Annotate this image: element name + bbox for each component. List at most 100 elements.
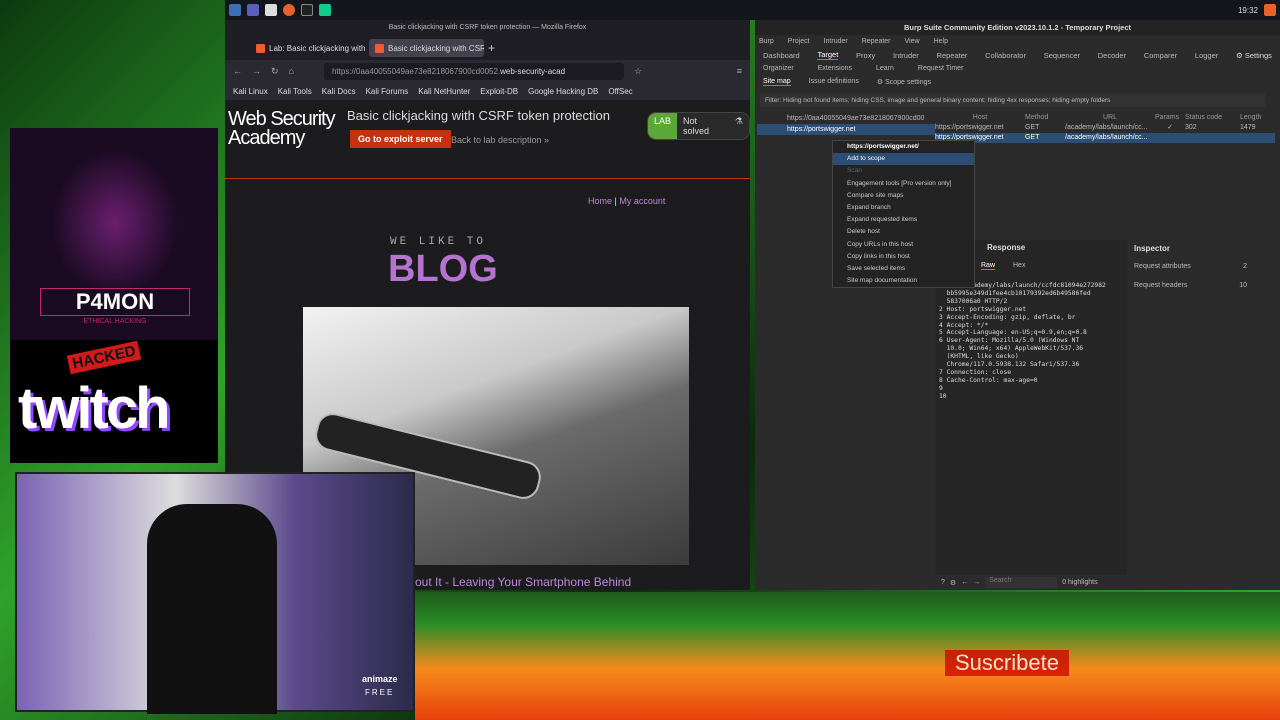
menu-item[interactable]: Burp [759,38,774,45]
logo-subtitle: ETHICAL HACKING [83,318,147,325]
bookmark[interactable]: OffSec [608,87,632,96]
help-icon[interactable]: ? [941,579,945,586]
menu-add-to-scope[interactable]: Add to scope [833,153,974,166]
tab-lab[interactable]: Lab: Basic clickjacking with CSRF [250,39,365,57]
post-title[interactable]: out It - Leaving Your Smartphone Behind [415,575,631,589]
tab-logger[interactable]: Logger [1195,51,1218,60]
tab-active[interactable]: Basic clickjacking with CSRF [369,39,484,57]
clock[interactable]: 19:32 [1238,6,1258,15]
next-icon[interactable]: → [973,579,980,586]
inspector-panel: Inspector Request attributes 2 Request he… [1128,240,1275,575]
tab-proxy[interactable]: Proxy [856,51,875,60]
logo-line2: Academy [228,127,305,149]
col-host[interactable]: Host [935,113,1025,123]
tree-item[interactable]: https://portswigger.net [757,124,935,135]
menu-copy-links[interactable]: Copy links in this host [833,251,974,263]
tab-decoder[interactable]: Decoder [1098,51,1126,60]
lab-status: Not solved [677,113,729,139]
scope-settings[interactable]: ⚙ Scope settings [877,78,931,86]
wsa-logo[interactable]: Web Security Academy [228,109,336,149]
attributes-count: 2 [1243,263,1247,270]
settings-tab[interactable]: ⚙ Settings [1236,51,1272,60]
tab-organizer[interactable]: Organizer [763,65,794,72]
menu-expand-branch[interactable]: Expand branch [833,202,974,214]
burp-title: Burp Suite Community Edition v2023.10.1.… [755,20,1280,35]
tree-item[interactable]: https://0aa40055049ae73e8218067900cd00 [757,113,935,124]
home-link[interactable]: Home [588,196,612,206]
table-row-selected[interactable]: https://portswigger.net GET/academy/labs/… [935,133,1275,143]
col-status[interactable]: Status code [1185,113,1240,123]
workspace-icon[interactable] [247,4,259,16]
url-bar[interactable]: https://0aa40055049ae73e8218067900cd0052… [323,62,624,80]
menu-copy-urls[interactable]: Copy URLs in this host [833,239,974,251]
cell: 1479 [1240,124,1256,131]
menu-scan: Scan [847,167,862,175]
tab-site-map[interactable]: Site map [763,78,791,86]
menu-delete-host[interactable]: Delete host [833,226,974,238]
col-length[interactable]: Length [1240,113,1270,123]
burp-task-icon[interactable] [319,4,331,16]
table-row[interactable]: https://portswigger.net GET/academy/labs/… [935,123,1275,133]
menu-site-map-docs[interactable]: Site map documentation [833,275,974,287]
menu-icon[interactable]: ≡ [737,66,742,76]
headers-label: Request headers [1134,282,1188,289]
tab-response[interactable]: Response [987,243,1025,252]
tab-issue-definitions[interactable]: Issue definitions [809,78,859,85]
reload-icon[interactable]: ↻ [271,66,279,77]
tab-repeater[interactable]: Repeater [937,51,968,60]
menu-engagement-tools[interactable]: Engagement tools [Pro version only] [833,178,974,190]
tab-intruder[interactable]: Intruder [893,51,919,60]
menu-item[interactable]: Repeater [862,38,891,45]
tab-collaborator[interactable]: Collaborator [985,51,1026,60]
request-headers[interactable]: Request headers 10 [1128,276,1275,295]
power-icon[interactable] [1264,4,1276,16]
gear-icon[interactable]: ⚙ [950,579,956,587]
back-to-lab-link[interactable]: Back to lab description » [451,135,549,145]
subscribe-button[interactable]: Suscribete [945,650,1069,676]
tab-raw[interactable]: Raw [981,262,996,270]
menu-compare-site-maps[interactable]: Compare site maps [833,190,974,202]
files-icon[interactable] [265,4,277,16]
hacked-label: HACKED [66,340,142,375]
menu-item[interactable]: Project [788,38,810,45]
forward-icon[interactable]: → [252,66,261,76]
tab-comparer[interactable]: Comparer [1144,51,1177,60]
firefox-icon[interactable] [283,4,295,16]
my-account-link[interactable]: My account [619,196,665,206]
back-icon[interactable]: ← [233,66,242,76]
bookmark[interactable]: Kali Linux [233,87,268,96]
menu-item[interactable]: Intruder [824,38,848,45]
menu-item[interactable]: View [905,38,920,45]
bookmark-star-icon[interactable]: ☆ [634,66,642,77]
prev-icon[interactable]: ← [961,579,968,586]
tab-sequencer[interactable]: Sequencer [1044,51,1080,60]
menu-item[interactable]: Help [934,38,948,45]
col-url[interactable]: URL [1065,113,1155,123]
bookmark[interactable]: Kali Tools [278,87,312,96]
new-tab-button[interactable]: + [488,41,495,55]
filter-bar[interactable]: Filter: Hiding not found items; hiding C… [760,94,1265,107]
tab-learn[interactable]: Learn [876,65,894,72]
col-method[interactable]: Method [1025,113,1065,123]
tab-hex[interactable]: Hex [1013,262,1025,269]
terminal-icon[interactable] [301,4,313,16]
menu-expand-requested[interactable]: Expand requested items [833,214,974,226]
kali-menu-icon[interactable] [229,4,241,16]
menu-save-items[interactable]: Save selected items [833,263,974,275]
tab-target[interactable]: Target [817,50,839,60]
bookmark[interactable]: Kali Forums [366,87,409,96]
portswigger-icon [375,43,384,53]
tab-extensions[interactable]: Extensions [818,65,852,72]
bookmark[interactable]: Google Hacking DB [528,87,598,96]
request-attributes[interactable]: Request attributes 2 [1128,257,1275,276]
home-icon[interactable]: ⌂ [289,66,294,76]
bookmark[interactable]: Exploit-DB [480,87,518,96]
search-input[interactable]: Search [985,577,1058,588]
tab-request-timer[interactable]: Request Timer [918,65,964,72]
search-bar: ? ⚙ ← → Search 0 highlights [935,575,1280,590]
col-params[interactable]: Params [1155,113,1185,123]
bookmark[interactable]: Kali NetHunter [418,87,470,96]
exploit-server-button[interactable]: Go to exploit server [350,130,451,148]
bookmark[interactable]: Kali Docs [322,87,356,96]
tab-dashboard[interactable]: Dashboard [763,51,800,60]
